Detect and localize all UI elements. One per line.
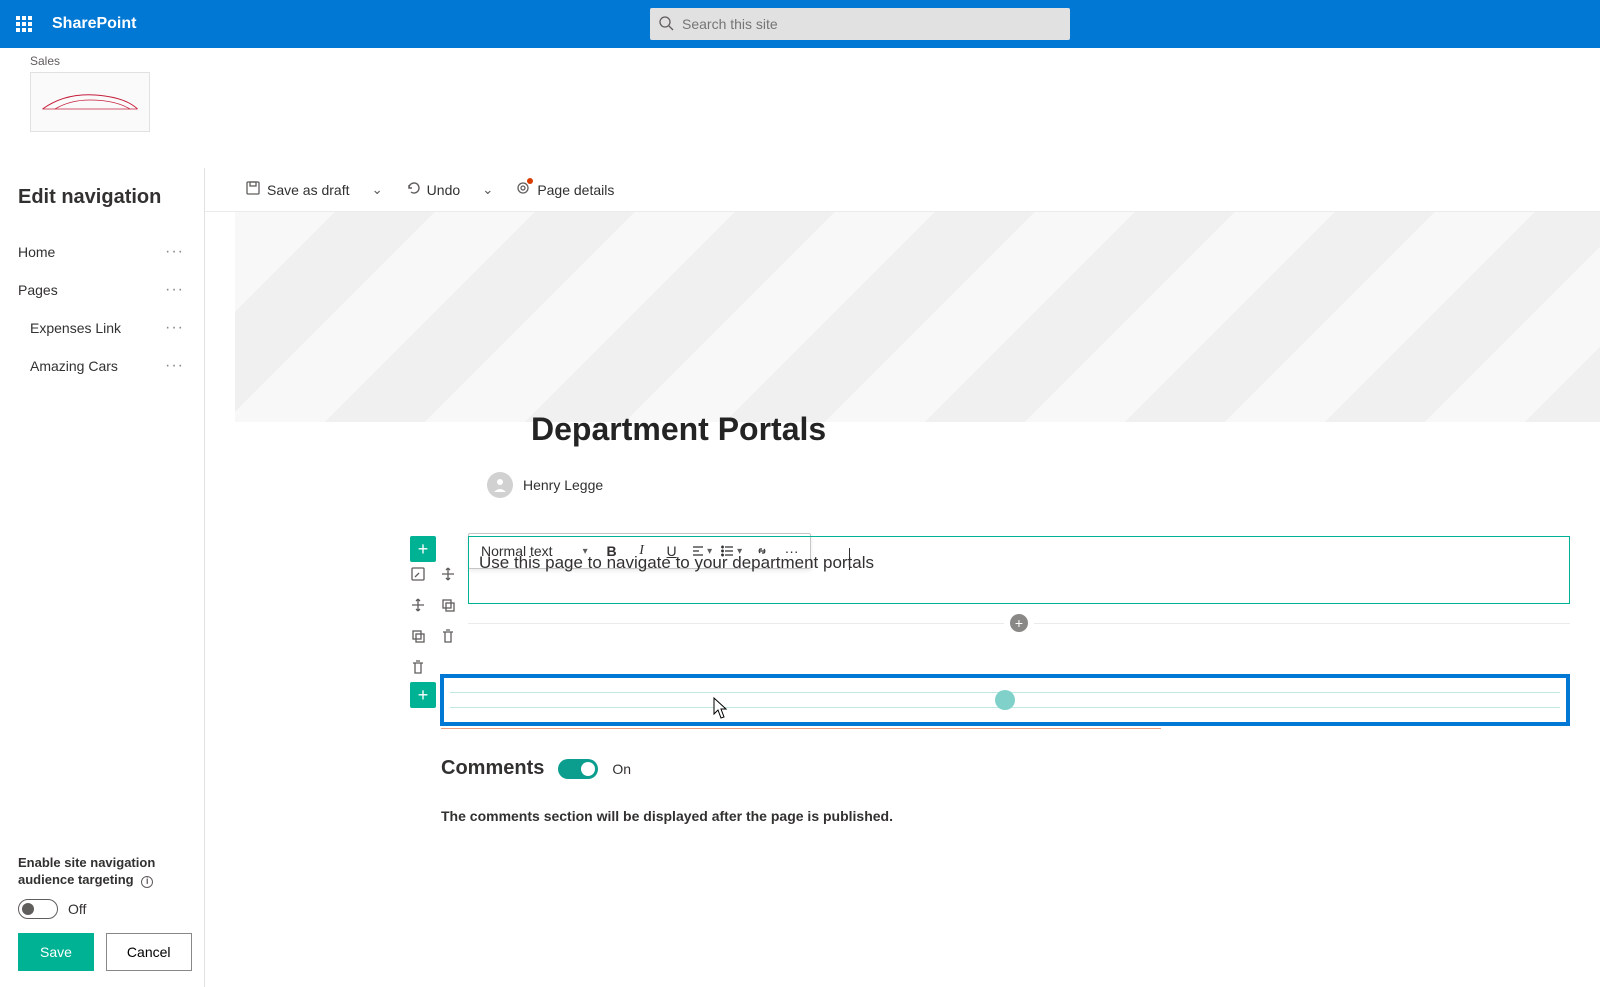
nav-item-pages[interactable]: Pages ··· (18, 271, 204, 309)
nav-item-label: Amazing Cars (30, 358, 118, 374)
author-row: Henry Legge (487, 472, 1600, 498)
delete-webpart-icon[interactable] (440, 628, 456, 647)
app-launcher-button[interactable] (0, 0, 48, 48)
info-icon[interactable]: i (141, 876, 153, 888)
nav-item-amazing-cars[interactable]: Amazing Cars ··· (18, 347, 204, 385)
nav-item-expenses-link[interactable]: Expenses Link ··· (18, 309, 204, 347)
save-as-draft-chevron[interactable]: ⌄ (364, 176, 391, 204)
site-logo[interactable] (30, 72, 150, 132)
search-input[interactable] (682, 16, 1070, 32)
suite-bar: SharePoint (0, 0, 1600, 48)
page-title[interactable]: Department Portals (531, 411, 1570, 448)
audience-label-text: Enable site navigation audience targetin… (18, 855, 155, 887)
nav-item-label: Pages (18, 282, 58, 298)
audience-label: Enable site navigation audience targetin… (18, 855, 204, 889)
save-button[interactable]: Save (18, 933, 94, 971)
car-logo-icon (40, 91, 140, 113)
comments-toggle-state: On (612, 761, 631, 777)
undo-chevron[interactable]: ⌄ (474, 176, 501, 204)
spell-check-underline (441, 728, 1161, 729)
edit-section-icon[interactable] (410, 566, 426, 585)
undo-label: Undo (427, 182, 460, 198)
move-section-icon[interactable] (410, 597, 426, 616)
section-text-webpart: + Normal text ▾ (410, 536, 1570, 632)
nav-item-label: Home (18, 244, 55, 260)
breadcrumb[interactable]: Sales (30, 54, 1600, 68)
undo-button[interactable]: Undo (395, 174, 470, 205)
waffle-icon (16, 16, 32, 32)
gear-icon (515, 180, 531, 199)
search-icon (658, 15, 674, 34)
ellipsis-icon[interactable]: ··· (165, 243, 184, 261)
nav-title: Edit navigation (18, 186, 204, 209)
webpart-toolbar (440, 566, 456, 647)
ellipsis-icon[interactable]: ··· (165, 357, 184, 375)
avatar[interactable] (487, 472, 513, 498)
selected-empty-section: + (410, 674, 1570, 726)
site-header: Sales (0, 48, 1600, 168)
text-webpart-editor[interactable]: Use this page to navigate to your depart… (468, 536, 1570, 604)
command-bar: Save as draft ⌄ Undo ⌄ Page details (205, 168, 1600, 212)
comments-region: Comments On The comments section will be… (441, 757, 1570, 824)
page-details-button[interactable]: Page details (505, 174, 624, 205)
move-webpart-icon[interactable] (440, 566, 456, 585)
ellipsis-icon[interactable]: ··· (165, 319, 184, 337)
title-area-background[interactable]: Department Portals (235, 212, 1600, 422)
add-webpart-button[interactable]: + (1010, 614, 1028, 632)
comments-toggle[interactable] (558, 759, 598, 779)
page-canvas: Save as draft ⌄ Undo ⌄ Page details D (205, 168, 1600, 987)
page-details-label: Page details (537, 182, 614, 198)
save-as-draft-label: Save as draft (267, 182, 350, 198)
add-webpart-button[interactable] (995, 690, 1015, 710)
add-section-button[interactable]: + (410, 536, 436, 562)
duplicate-section-icon[interactable] (410, 628, 426, 647)
add-section-button[interactable]: + (410, 682, 436, 708)
audience-toggle-state: Off (68, 901, 86, 917)
nav-item-home[interactable]: Home ··· (18, 233, 204, 271)
cancel-button[interactable]: Cancel (106, 933, 192, 971)
search-box[interactable] (650, 8, 1070, 40)
duplicate-webpart-icon[interactable] (440, 597, 456, 616)
add-webpart-divider: + (468, 614, 1570, 632)
nav-item-label: Expenses Link (30, 320, 121, 336)
author-name[interactable]: Henry Legge (523, 477, 603, 493)
audience-toggle[interactable] (18, 899, 58, 919)
save-icon (245, 180, 261, 199)
left-nav-panel: Edit navigation Home ··· Pages ··· Expen… (0, 168, 205, 987)
save-as-draft-button[interactable]: Save as draft (235, 174, 360, 205)
comments-heading: Comments (441, 757, 544, 780)
section-selection-outline[interactable] (440, 674, 1570, 726)
comments-note: The comments section will be displayed a… (441, 808, 1570, 824)
section-toolbar (410, 566, 426, 678)
brand-label[interactable]: SharePoint (52, 15, 136, 33)
audience-targeting-setting: Enable site navigation audience targetin… (18, 855, 204, 987)
undo-icon (405, 180, 421, 199)
ellipsis-icon[interactable]: ··· (165, 281, 184, 299)
